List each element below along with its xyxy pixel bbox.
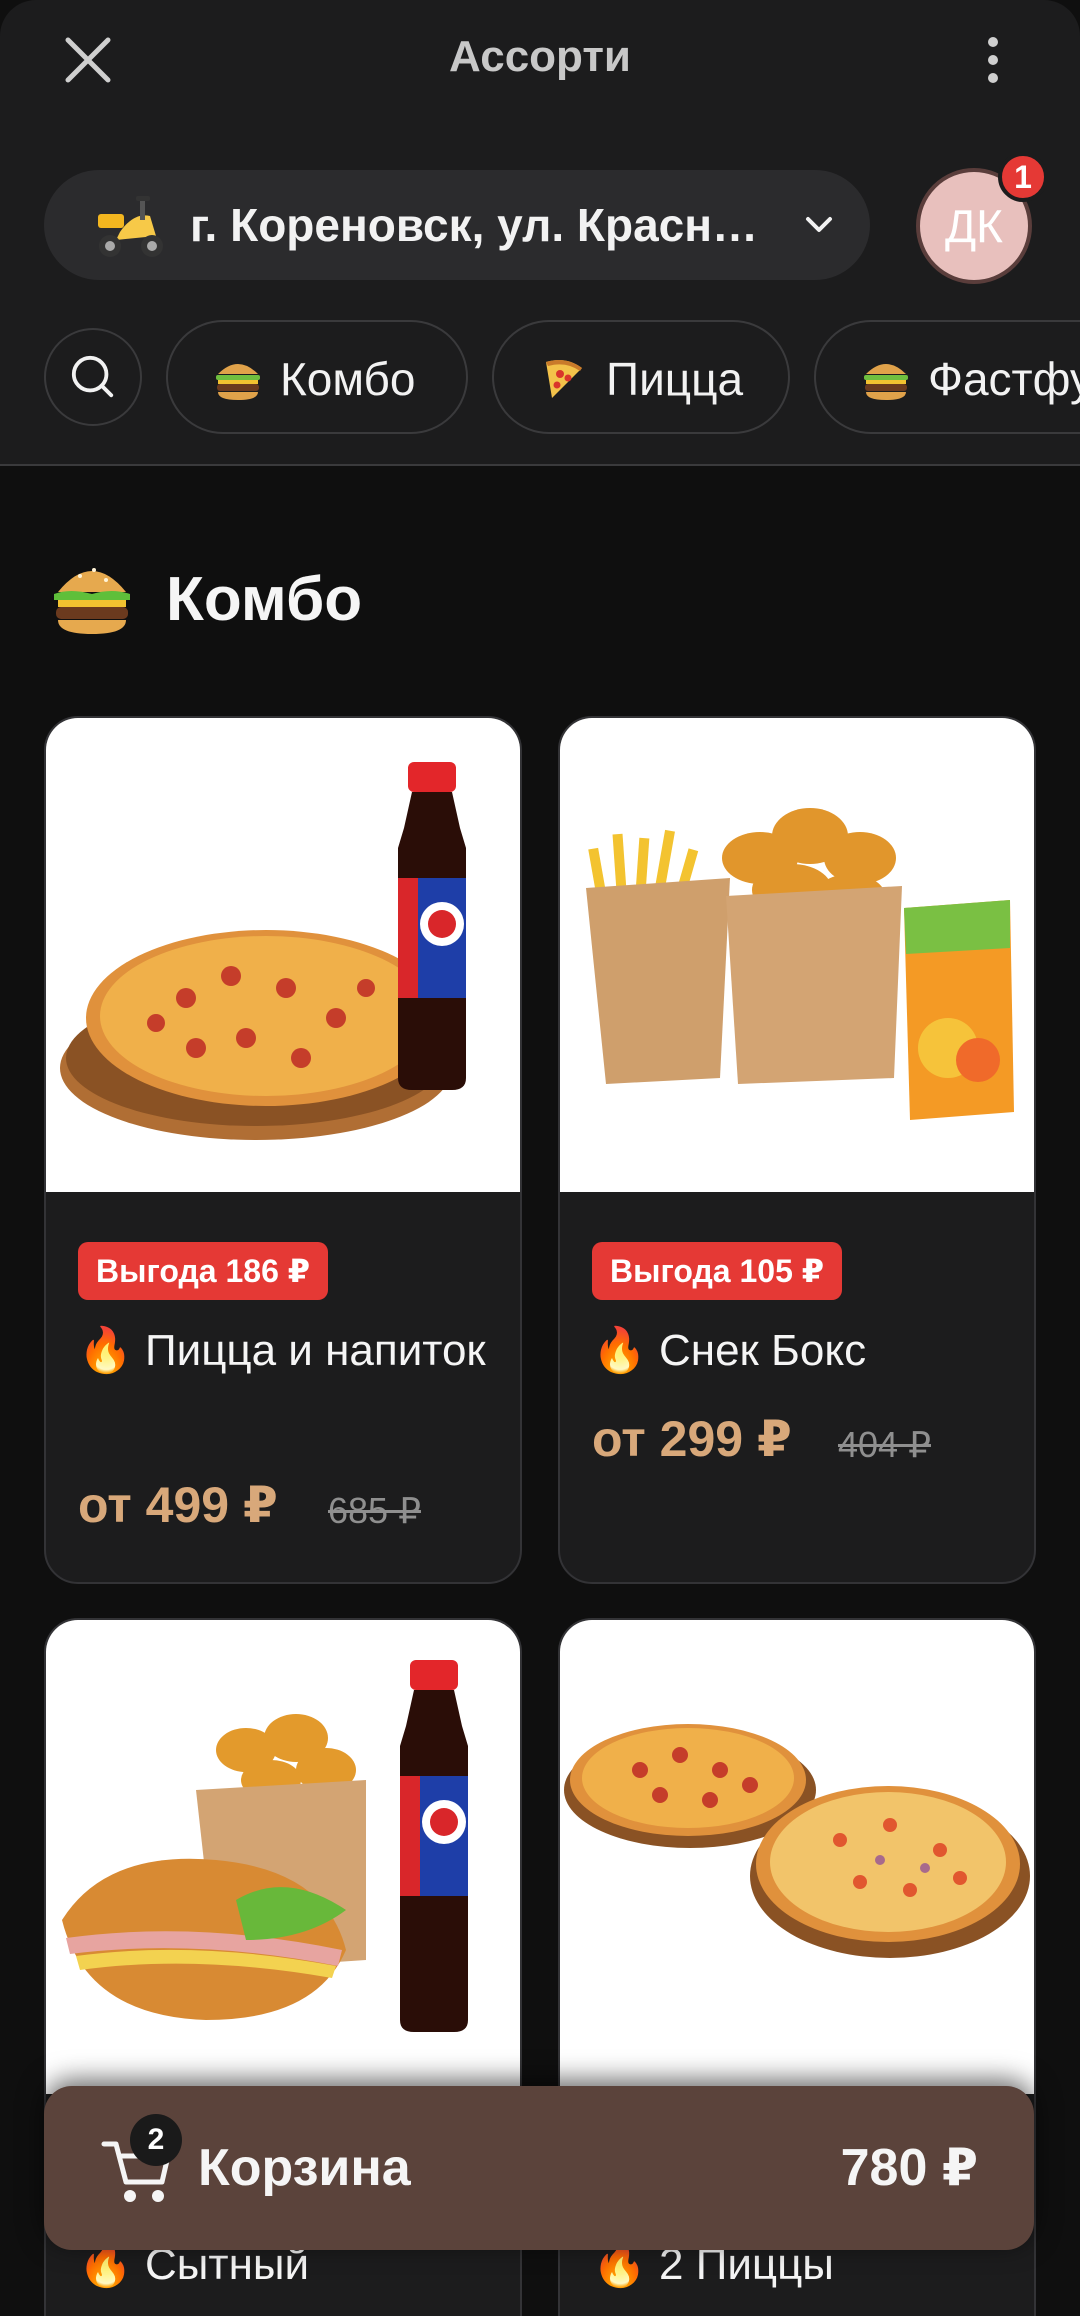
- address-selector[interactable]: г. Кореновск, ул. Красн…: [44, 170, 870, 280]
- cart-count-badge: 2: [130, 2114, 182, 2166]
- notification-badge: 1: [998, 152, 1048, 202]
- page-title: Ассорти: [449, 32, 631, 81]
- tab-combo[interactable]: Комбо: [166, 320, 468, 434]
- product-image: [60, 762, 466, 1140]
- product-image-snack-box: [560, 718, 1034, 1192]
- top-bar: Ассорти: [0, 0, 1080, 120]
- tab-label: Комбо: [280, 353, 416, 405]
- tab-pizza[interactable]: Пицца: [492, 320, 790, 434]
- tab-label: Пицца: [606, 353, 744, 405]
- address-text: г. Кореновск, ул. Красн…: [190, 199, 759, 251]
- chevron-down-icon: [806, 217, 832, 232]
- discount-badge: Выгода 186 ₽: [78, 1242, 329, 1300]
- product-card[interactable]: Выгода 186 ₽ 🔥 Пицца и напиток от 499 ₽ …: [44, 716, 522, 1584]
- header: Ассорти г. Кореновск, ул. Красн… ДК 1 Ко…: [0, 0, 1080, 466]
- product-price: от 499 ₽: [78, 1477, 278, 1533]
- category-chips: Комбо Пицца Фастфуд: [0, 318, 1080, 436]
- product-image: [586, 808, 1014, 1120]
- product-image: [564, 1724, 1030, 1958]
- product-image-pizza-drink: [46, 718, 520, 1192]
- product-image: [62, 1660, 468, 2032]
- cart-total: 780 ₽: [840, 2139, 978, 2197]
- search-icon: [71, 355, 114, 398]
- product-card[interactable]: Выгода 105 ₽ 🔥 Снек Бокс от 299 ₽ 404 ₽: [558, 716, 1036, 1584]
- product-name: 🔥 Пицца и напиток: [78, 1326, 486, 1375]
- product-old-price: 685 ₽: [328, 1490, 421, 1531]
- product-old-price: 404 ₽: [838, 1424, 931, 1465]
- burger-icon: [864, 364, 908, 400]
- burger-icon: [216, 364, 260, 400]
- product-price: от 299 ₽: [592, 1411, 792, 1467]
- scooter-icon: [98, 196, 163, 257]
- product-image-hearty-combo: [46, 1620, 520, 2094]
- tab-label: Фастфуд: [928, 353, 1080, 405]
- section-title: Комбо: [166, 565, 363, 634]
- cart-label: Корзина: [198, 2139, 411, 2197]
- cart-bar[interactable]: 2 Корзина 780 ₽: [44, 2086, 1034, 2250]
- pizza-icon: [546, 360, 582, 398]
- burger-icon: [54, 568, 130, 634]
- product-name: 🔥 Снек Бокс: [592, 1326, 867, 1375]
- tab-fastfood[interactable]: Фастфуд: [814, 320, 1080, 434]
- search-button[interactable]: [44, 328, 142, 426]
- more-vertical-icon[interactable]: [968, 30, 1018, 90]
- discount-badge: Выгода 105 ₽: [592, 1242, 843, 1300]
- product-image-two-pizzas: [560, 1620, 1034, 2094]
